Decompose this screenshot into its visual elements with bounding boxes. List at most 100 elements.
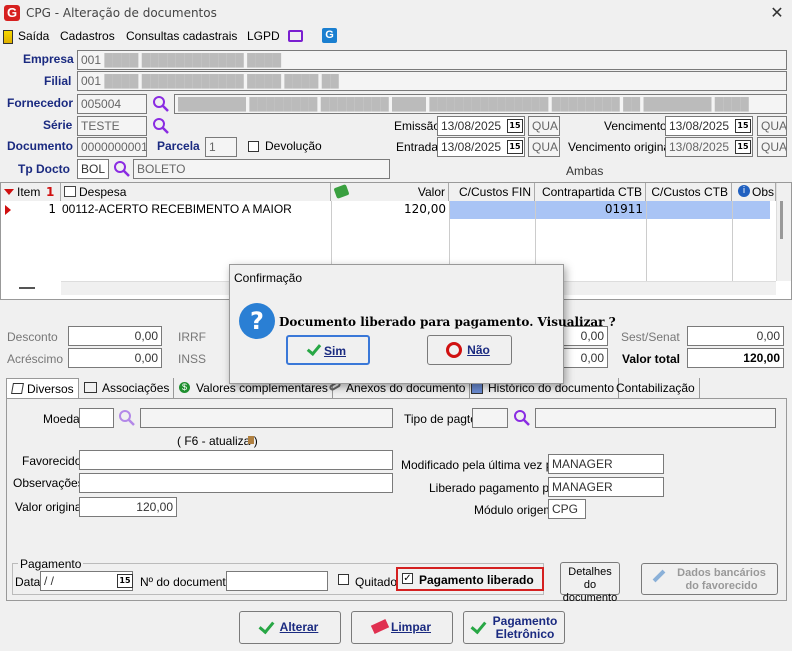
eraser-icon xyxy=(370,619,390,634)
favorecido-field[interactable] xyxy=(79,450,393,470)
total-col3-b[interactable]: 0,00 xyxy=(560,348,608,368)
moeda-field[interactable] xyxy=(79,408,114,428)
fornecedor-code-field[interactable]: 005004 xyxy=(77,94,147,114)
close-icon[interactable]: ✕ xyxy=(766,2,788,24)
check-icon xyxy=(470,617,487,635)
menu-cadastros[interactable]: Cadastros xyxy=(60,29,115,43)
entrada-day: QUA xyxy=(528,137,560,157)
calendar-icon[interactable]: 15 xyxy=(507,119,523,133)
tpdocto-code-field[interactable]: BOL xyxy=(77,159,109,179)
search-tipopagto-icon[interactable] xyxy=(513,409,531,427)
limpar-button[interactable]: Limpar xyxy=(351,611,453,644)
row-pointer-icon xyxy=(5,205,11,215)
documento-field[interactable]: 0000000001 xyxy=(77,137,147,157)
dados-bancarios-button[interactable]: Dados bancários do favorecido xyxy=(641,563,778,595)
tipopagto-field[interactable] xyxy=(472,408,508,428)
cell-valor: 120,00 xyxy=(404,202,446,216)
f6-hint: ( F6 - atualiza ) xyxy=(177,434,258,448)
parcela-field[interactable]: 1 xyxy=(205,137,237,157)
pagamento-eletronico-button[interactable]: Pagamento Eletrônico xyxy=(463,611,565,644)
desconto-field[interactable]: 0,00 xyxy=(68,326,162,346)
sestsenat-field[interactable]: 0,00 xyxy=(687,326,784,346)
tipopagto-label: Tipo de pagto xyxy=(404,412,477,426)
favorecido-label: Favorecido xyxy=(22,454,82,468)
ndoc-label: Nº do documento xyxy=(140,575,233,589)
menu-bar: Saída Cadastros Consultas cadastrais LGP… xyxy=(0,27,792,47)
moeda-desc-field xyxy=(140,408,393,428)
forbidden-icon xyxy=(446,342,462,358)
search-fornecedor-icon[interactable] xyxy=(152,95,170,113)
calendar-icon[interactable]: 15 xyxy=(117,574,133,588)
filial-field[interactable]: 001 ████ ████████████ ████ ████ ██ xyxy=(77,71,787,91)
check-icon xyxy=(306,340,322,357)
col-contrapartida[interactable]: Contrapartida CTB xyxy=(535,183,646,201)
calendar-icon[interactable]: 15 xyxy=(735,119,751,133)
tpdocto-desc-field[interactable]: BOLETO xyxy=(133,159,390,179)
irrf-label: IRRF xyxy=(178,330,206,344)
nao-button[interactable]: Não xyxy=(427,335,512,365)
menu-consultas[interactable]: Consultas cadastrais xyxy=(126,29,237,43)
pagamento-liberado-checkbox[interactable]: ✓ xyxy=(402,573,413,584)
app-g-icon[interactable]: G xyxy=(322,28,337,43)
search-moeda-icon[interactable] xyxy=(118,409,136,427)
search-tpdocto-icon[interactable] xyxy=(113,160,131,178)
fornecedor-name-field[interactable]: ████████ ████████ ████████ ████ ████████… xyxy=(174,94,787,114)
edit-icon xyxy=(64,186,76,197)
calendar-icon[interactable]: 15 xyxy=(507,140,523,154)
devolucao-checkbox[interactable] xyxy=(248,141,259,152)
question-icon: ? xyxy=(239,303,275,339)
app-logo-icon: G xyxy=(4,5,20,21)
col-ccustos-ctb[interactable]: C/Custos CTB xyxy=(646,183,732,201)
valororiginal-label: Valor original xyxy=(15,500,85,514)
empresa-field[interactable]: 001 ████ ████████████ ████ xyxy=(77,50,787,70)
serie-field[interactable]: TESTE xyxy=(77,116,147,136)
emissao-day: QUA xyxy=(528,116,560,136)
confirm-dialog: Confirmação ? Documento liberado para pa… xyxy=(229,264,616,384)
ndoc-field[interactable] xyxy=(226,571,328,591)
window-title: CPG - Alteração de documentos xyxy=(26,6,217,20)
serie-label: Série xyxy=(43,118,73,132)
menu-lgpd[interactable]: LGPD xyxy=(247,29,280,43)
tab-diversos[interactable]: Diversos xyxy=(6,378,79,398)
data-label: Data xyxy=(15,575,41,589)
valortotal-field: 120,00 xyxy=(687,348,784,368)
search-serie-icon[interactable] xyxy=(152,117,170,135)
minus-icon[interactable] xyxy=(19,287,35,289)
quitado-checkbox[interactable] xyxy=(338,574,349,585)
menu-saida[interactable]: Saída xyxy=(18,29,49,43)
total-col3-a[interactable]: 0,00 xyxy=(560,326,608,346)
col-despesa[interactable]: Despesa xyxy=(61,183,331,201)
monitor-icon[interactable] xyxy=(288,30,303,42)
inss-label: INSS xyxy=(178,352,207,366)
dialog-message: Documento liberado para pagamento. Visua… xyxy=(279,315,616,329)
grid-vscroll[interactable] xyxy=(776,183,791,281)
exit-icon[interactable] xyxy=(3,30,13,44)
vencorig-day: QUA xyxy=(757,137,787,157)
quitado-label: Quitado xyxy=(355,575,398,589)
acrescimo-label: Acréscimo xyxy=(7,352,64,366)
tab-associacoes[interactable]: Associações xyxy=(80,378,175,398)
filial-label: Filial xyxy=(44,74,72,88)
dialog-title: Confirmação xyxy=(234,271,303,285)
tipopagto-desc-field xyxy=(535,408,776,428)
calendar-icon[interactable]: 15 xyxy=(735,140,751,154)
detalhes-documento-button[interactable]: Detalhes do documento xyxy=(560,562,620,604)
parcela-label: Parcela xyxy=(157,139,200,153)
tab-contabilizacao[interactable]: Contabilização xyxy=(612,378,700,398)
observacoes-field[interactable] xyxy=(79,473,393,493)
sort-desc-icon[interactable] xyxy=(4,189,14,195)
acrescimo-field[interactable]: 0,00 xyxy=(68,348,162,368)
modulo-field: CPG xyxy=(548,499,586,519)
arrow-down-icon xyxy=(248,436,254,444)
entrada-label: Entrada xyxy=(396,140,439,154)
sestsenat-label: Sest/Senat xyxy=(621,330,680,344)
alterar-button[interactable]: Alterar xyxy=(239,611,341,644)
table-row[interactable]: 1 00112-ACERTO RECEBIMENTO A MAIOR 120,0… xyxy=(1,201,776,219)
col-ccustos-fin[interactable]: C/Custos FIN xyxy=(449,183,535,201)
fornecedor-label: Fornecedor xyxy=(7,96,74,110)
sim-button[interactable]: Sim xyxy=(286,335,370,365)
vencimento-day: QUA xyxy=(757,116,787,136)
cell-contrapartida: 01911 xyxy=(604,202,643,216)
pagamento-group-label: Pagamento xyxy=(18,557,84,571)
devolucao-label: Devolução xyxy=(265,139,322,153)
